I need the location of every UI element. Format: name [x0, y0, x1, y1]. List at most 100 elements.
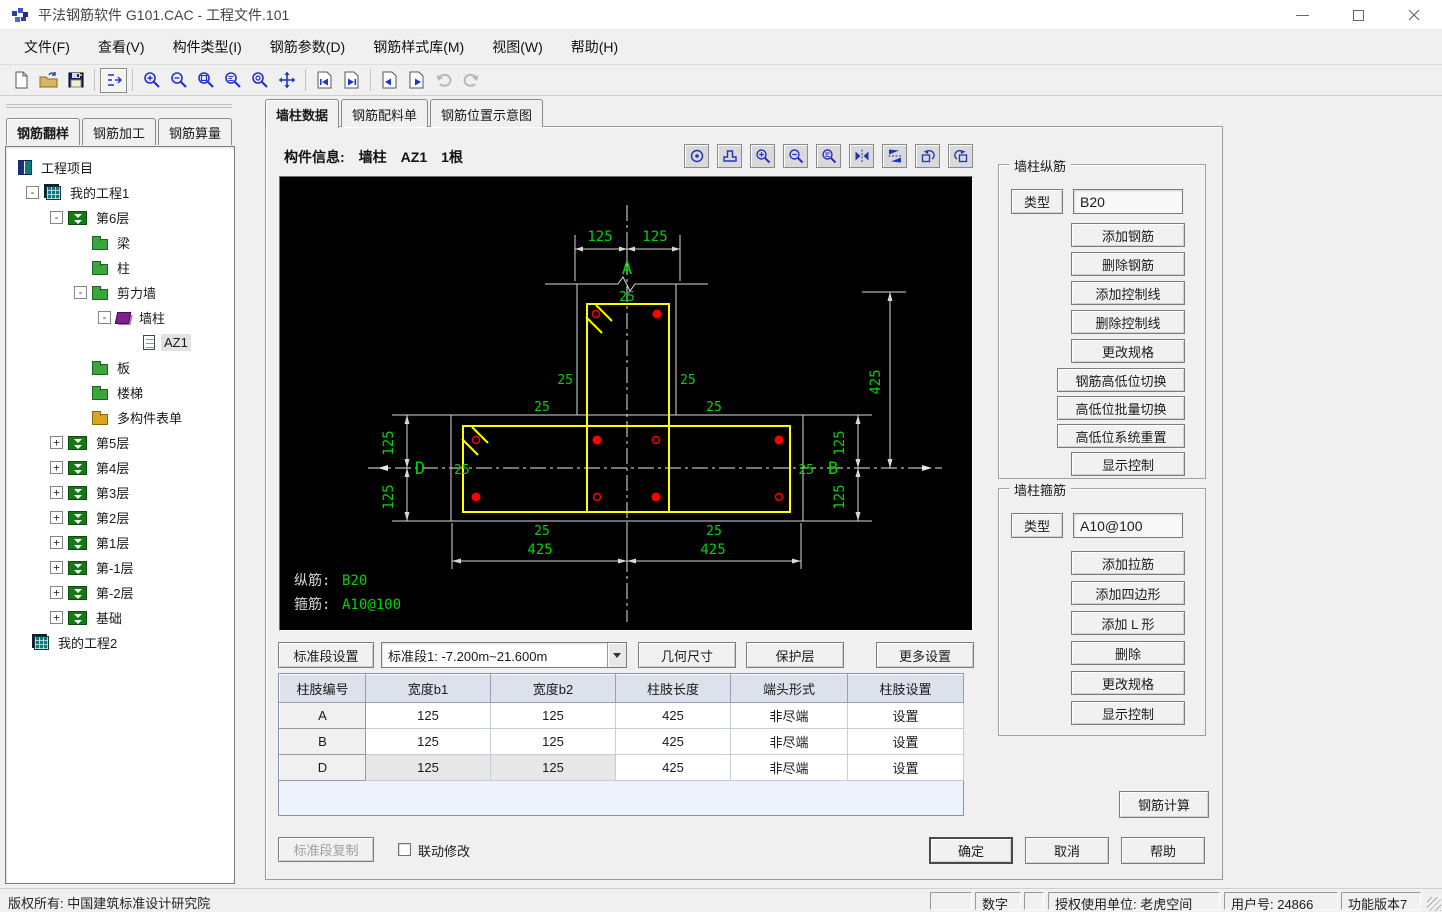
tab-rebar-fabrication[interactable]: 钢筋加工 — [82, 118, 156, 145]
minimize-button[interactable] — [1274, 0, 1330, 30]
row-header[interactable]: D — [280, 755, 366, 781]
canvas-rotate-left-button[interactable] — [915, 144, 940, 168]
dropdown-button[interactable] — [607, 643, 626, 667]
cell-length[interactable]: 425 — [616, 703, 731, 729]
new-file-button[interactable] — [8, 68, 35, 93]
tree-item-label[interactable]: 第6层 — [93, 207, 132, 228]
zoom-in-button[interactable] — [138, 68, 165, 93]
cell-settings[interactable]: 设置 — [848, 729, 964, 755]
tree-item-label[interactable]: 第1层 — [93, 532, 132, 553]
zoom-extents-button[interactable] — [219, 68, 246, 93]
tab-rebar-schedule[interactable]: 钢筋配料单 — [341, 99, 428, 127]
menu-view[interactable]: 查看(V) — [84, 33, 159, 61]
tree-item-label[interactable]: 工程项目 — [38, 157, 96, 178]
tree-item-label[interactable]: 柱 — [114, 257, 133, 278]
tab-rebar-position-diagram[interactable]: 钢筋位置示意图 — [430, 99, 543, 127]
menu-file[interactable]: 文件(F) — [10, 33, 84, 61]
cell-length[interactable]: 425 — [616, 755, 731, 781]
tree-item-label[interactable]: 基础 — [93, 607, 125, 628]
tree-item-label[interactable]: 第-2层 — [93, 582, 137, 603]
tab-rebar-quantity[interactable]: 钢筋算量 — [158, 118, 232, 145]
zoom-window-button[interactable] — [192, 68, 219, 93]
cell-end-type[interactable]: 非尽端 — [731, 729, 848, 755]
cell-settings[interactable]: 设置 — [848, 755, 964, 781]
rebar-high-position[interactable] — [652, 493, 661, 502]
add-rebar-button[interactable]: 添加钢筋 — [1071, 223, 1185, 247]
tree-item-label[interactable]: 板 — [114, 357, 133, 378]
last-component-button[interactable] — [338, 68, 365, 93]
add-control-line-button[interactable]: 添加控制线 — [1071, 281, 1185, 305]
add-quadrilateral-button[interactable]: 添加四边形 — [1071, 581, 1185, 605]
tree-item-label[interactable]: 我的工程2 — [55, 632, 120, 653]
tree-item-label[interactable]: 墙柱 — [136, 307, 168, 328]
expand-icon[interactable]: + — [50, 486, 63, 499]
stirrup-type-button[interactable]: 类型 — [1011, 513, 1063, 538]
tree-item-label[interactable]: 我的工程1 — [67, 182, 132, 203]
expand-icon[interactable]: + — [50, 536, 63, 549]
tree-item-label[interactable]: 第-1层 — [93, 557, 137, 578]
canvas-mirror-vertical-button[interactable] — [882, 144, 907, 168]
tree-item-label[interactable]: 多构件表单 — [114, 407, 185, 428]
canvas-center-button[interactable] — [684, 144, 709, 168]
redo-button[interactable] — [457, 68, 484, 93]
canvas-zoom-extents-button[interactable] — [816, 144, 841, 168]
copy-standard-segment-button[interactable]: 标准段复制 — [278, 837, 374, 862]
resize-grip[interactable] — [1427, 897, 1441, 911]
close-button[interactable] — [1386, 0, 1442, 30]
linked-modify-checkbox[interactable] — [398, 843, 411, 856]
cell-settings[interactable]: 设置 — [848, 703, 964, 729]
display-control-button[interactable]: 显示控制 — [1071, 452, 1185, 476]
undo-button[interactable] — [430, 68, 457, 93]
rebar-high-position[interactable] — [472, 493, 481, 502]
collapse-icon[interactable]: - — [74, 286, 87, 299]
tree-item-label[interactable]: 梁 — [114, 232, 133, 253]
delete-button[interactable]: 删除 — [1071, 641, 1185, 665]
tree-item-label[interactable]: 第3层 — [93, 482, 132, 503]
tree-item-label[interactable]: 第5层 — [93, 432, 132, 453]
collapse-icon[interactable]: - — [98, 311, 111, 324]
expand-icon[interactable]: + — [50, 511, 63, 524]
tab-rebar-detailing[interactable]: 钢筋翻样 — [6, 118, 80, 145]
expand-icon[interactable]: + — [50, 461, 63, 474]
cell-length[interactable]: 425 — [616, 729, 731, 755]
open-file-button[interactable] — [35, 68, 62, 93]
rebar-low-position[interactable] — [473, 437, 480, 444]
tree-item-label[interactable]: 第4层 — [93, 457, 132, 478]
display-control-button[interactable]: 显示控制 — [1071, 701, 1185, 725]
pan-button[interactable] — [273, 68, 300, 93]
rebar-high-position[interactable] — [653, 310, 662, 319]
zoom-dynamic-button[interactable] — [246, 68, 273, 93]
next-component-button[interactable] — [403, 68, 430, 93]
expand-icon[interactable]: + — [50, 561, 63, 574]
collapse-icon[interactable]: - — [50, 211, 63, 224]
tree-item-label[interactable]: 第2层 — [93, 507, 132, 528]
rebar-high-position[interactable] — [775, 436, 784, 445]
tree-item-label[interactable]: AZ1 — [161, 334, 191, 351]
expand-icon[interactable]: + — [50, 586, 63, 599]
longitudinal-type-button[interactable]: 类型 — [1011, 189, 1063, 214]
rebar-calculate-button[interactable]: 钢筋计算 — [1119, 791, 1209, 818]
row-header[interactable]: B — [280, 729, 366, 755]
rebar-high-low-toggle-button[interactable]: 钢筋高低位切换 — [1057, 368, 1185, 392]
tree-item-label[interactable]: 楼梯 — [114, 382, 146, 403]
help-button[interactable]: 帮助 — [1121, 837, 1205, 864]
rebar-high-position[interactable] — [593, 436, 602, 445]
rebar-low-position[interactable] — [776, 494, 783, 501]
canvas-zoom-out-button[interactable] — [783, 144, 808, 168]
rebar-low-position[interactable] — [653, 437, 660, 444]
menu-component-type[interactable]: 构件类型(I) — [159, 33, 256, 61]
change-spec-button[interactable]: 更改规格 — [1071, 671, 1185, 695]
add-tie-button[interactable]: 添加拉筋 — [1071, 551, 1185, 575]
rebar-low-position[interactable] — [594, 494, 601, 501]
menu-rebar-params[interactable]: 钢筋参数(D) — [256, 33, 359, 61]
standard-segment-dropdown[interactable]: 标准段1: -7.200m~21.600m — [381, 642, 627, 668]
cell-b1[interactable]: 125 — [366, 755, 491, 781]
cell-b2[interactable]: 125 — [491, 755, 616, 781]
maximize-button[interactable] — [1330, 0, 1386, 30]
collapse-icon[interactable]: - — [26, 186, 39, 199]
more-settings-button[interactable]: 更多设置 — [876, 642, 974, 668]
canvas-section-button[interactable] — [717, 144, 742, 168]
zoom-out-button[interactable] — [165, 68, 192, 93]
stirrup-type-field[interactable]: A10@100 — [1073, 513, 1183, 538]
cancel-button[interactable]: 取消 — [1025, 837, 1109, 864]
